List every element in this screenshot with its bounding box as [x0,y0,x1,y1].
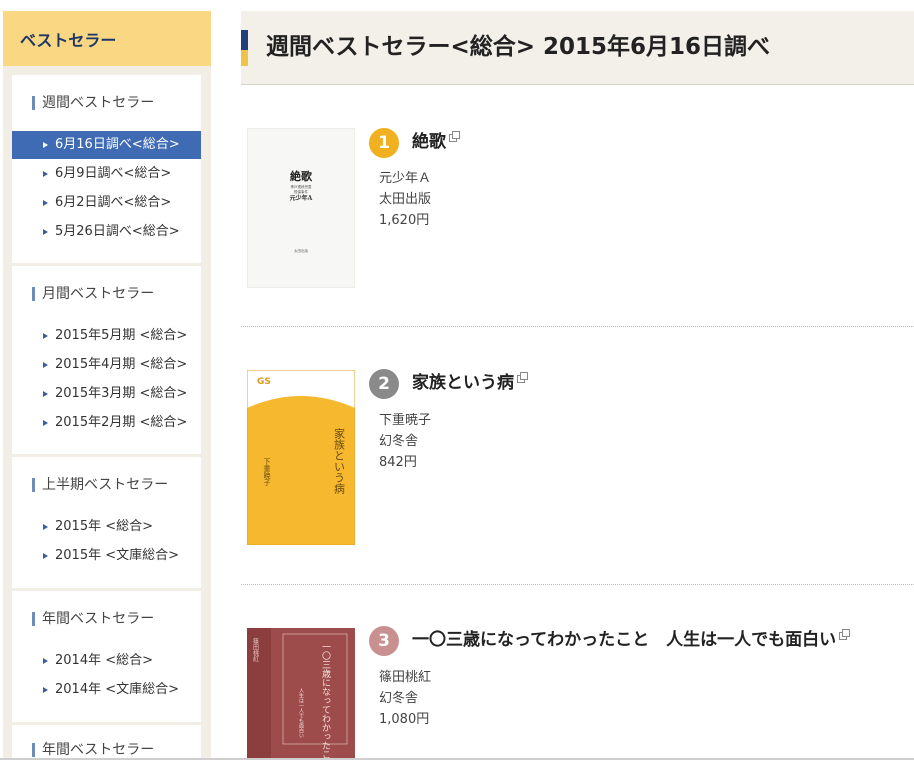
book-author: 篠田桃紅 [379,670,432,685]
cover-publisher: 太田出版 [294,248,308,253]
book-meta: 下重暁子 幻冬舎 842円 [379,410,431,473]
book-item: GS 家族という病 下重暁子 2 家族という病 下重暁子 幻冬舎 842円 [241,356,914,584]
book-publisher: 幻冬舎 [379,434,419,449]
divider [241,584,914,585]
sidebar-header: ベストセラー [3,11,211,66]
sidebar-section-yearly: 年間ベストセラー 2014年 <総合> 2014年 <文庫総合> [12,591,201,722]
cover-subtitle: 殺傷事件 [294,189,308,194]
sidebar-section-halfyear: 上半期ベストセラー 2015年 <総合> 2015年 <文庫総合> [12,457,201,588]
book-title[interactable]: 一〇三歳になってわかったこと 人生は一人でも面白い [412,630,836,650]
sidebar-section-title: 月間ベストセラー [32,285,154,303]
page-title: 週間ベストセラー<総合> 2015年6月16日調べ [266,34,771,60]
external-link-icon[interactable] [449,131,460,142]
main-content: 週間ベストセラー<総合> 2015年6月16日調べ 絶歌 神戸連続児童 殺傷事件… [241,11,914,760]
sidebar-link-monthly-201502[interactable]: 2015年2月期 <総合> [12,409,201,437]
sidebar-link-weekly-0609[interactable]: 6月9日調べ<総合> [12,160,201,188]
cover-author: 元少年A [290,194,313,202]
sidebar-link-halfyear-2015[interactable]: 2015年 <総合> [12,513,201,541]
sidebar-link-weekly-0602[interactable]: 6月2日調べ<総合> [12,189,201,217]
cover-subtitle: 神戸連続児童 [291,184,312,189]
sidebar-link-monthly-201505[interactable]: 2015年5月期 <総合> [12,322,201,350]
header-accent-bar [241,30,248,66]
book-cover-image[interactable]: GS 家族という病 下重暁子 [246,369,356,546]
sidebar-section-title: 週間ベストセラー [32,94,154,112]
sidebar-link-monthly-201503[interactable]: 2015年3月期 <総合> [12,380,201,408]
cover-subtitle: 人生は一人でも面白い [298,688,304,738]
cover-series: GS [257,377,271,387]
book-title[interactable]: 家族という病 [412,373,514,393]
book-item: 篠田桃紅 一〇三歳になってわかったこと 人生は一人でも面白い 3 一〇三歳になっ… [241,614,914,760]
sidebar-section-title: 上半期ベストセラー [32,476,168,494]
rank-badge: 2 [369,369,399,399]
page-header: 週間ベストセラー<総合> 2015年6月16日調べ [241,11,914,85]
sidebar-section-title: 年間ベストセラー [32,741,154,759]
book-publisher: 太田出版 [379,192,432,207]
book-publisher: 幻冬舎 [379,691,419,706]
book-title-link[interactable]: 絶歌 [412,129,460,155]
sidebar-section-title: 年間ベストセラー [32,610,154,628]
rank-badge: 1 [369,128,399,158]
sidebar-link-weekly-0526[interactable]: 5月26日調べ<総合> [12,218,201,246]
sidebar-section-weekly: 週間ベストセラー 6月16日調べ<総合> 6月9日調べ<総合> 6月2日調べ<総… [12,75,201,263]
rank-badge: 3 [369,626,399,656]
sidebar: ベストセラー 週間ベストセラー 6月16日調べ<総合> 6月9日調べ<総合> 6… [3,11,211,760]
external-link-icon[interactable] [517,372,528,383]
book-meta: 篠田桃紅 幻冬舎 1,080円 [379,667,431,730]
book-item: 絶歌 神戸連続児童 殺傷事件 元少年A 太田出版 1 絶歌 元少年Ａ 太田出版 … [241,116,914,326]
book-price: 1,620円 [379,213,430,228]
sidebar-section-monthly: 月間ベストセラー 2015年5月期 <総合> 2015年4月期 <総合> 201… [12,266,201,454]
sidebar-link-weekly-0616[interactable]: 6月16日調べ<総合> [12,131,201,159]
cover-author: 下重暁子 [263,458,271,486]
book-meta: 元少年Ａ 太田出版 1,620円 [379,168,431,231]
sidebar-link-yearly-2014[interactable]: 2014年 <総合> [12,647,201,675]
book-cover-image[interactable]: 絶歌 神戸連続児童 殺傷事件 元少年A 太田出版 [246,127,356,289]
cover-author: 篠田桃紅 [252,637,259,663]
book-author: 下重暁子 [379,413,432,428]
book-title[interactable]: 絶歌 [412,132,446,152]
cover-title: 一〇三歳になってわかったこと [320,642,331,760]
sidebar-link-yearly-2014-bunko[interactable]: 2014年 <文庫総合> [12,676,201,704]
book-author: 元少年Ａ [379,171,432,186]
cover-title: 絶歌 [290,169,313,183]
divider [241,326,914,327]
book-price: 1,080円 [379,712,430,727]
book-title-link[interactable]: 家族という病 [412,370,528,396]
cover-title: 家族という病 [333,427,346,495]
book-cover-image[interactable]: 篠田桃紅 一〇三歳になってわかったこと 人生は一人でも面白い [247,628,355,760]
sidebar-section-yearly-older: 年間ベストセラー [12,725,201,760]
book-price: 842円 [379,455,417,470]
external-link-icon[interactable] [839,629,851,640]
sidebar-link-halfyear-2015-bunko[interactable]: 2015年 <文庫総合> [12,542,201,570]
sidebar-link-monthly-201504[interactable]: 2015年4月期 <総合> [12,351,201,379]
book-title-link[interactable]: 一〇三歳になってわかったこと 人生は一人でも面白い [412,627,851,653]
